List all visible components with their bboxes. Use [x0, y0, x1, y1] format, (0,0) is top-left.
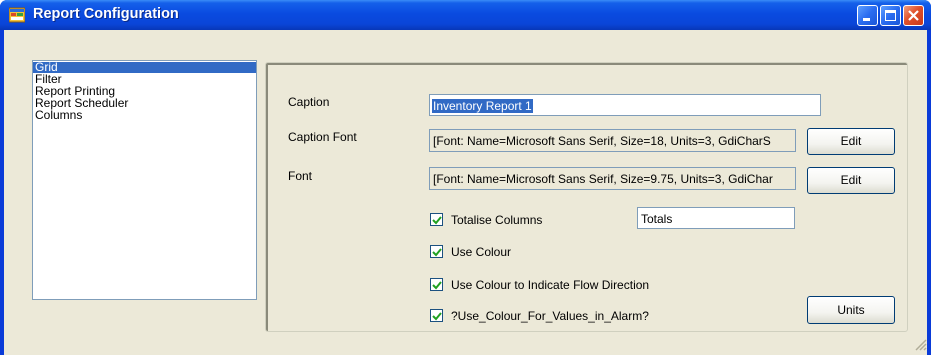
- values-in-alarm-label[interactable]: ?Use_Colour_For_Values_in_Alarm?: [451, 309, 649, 323]
- caption-font-edit-button[interactable]: Edit: [807, 128, 895, 155]
- flow-direction-checkbox[interactable]: [430, 278, 443, 291]
- title-bar[interactable]: Report Configuration: [0, 0, 931, 30]
- checkmark-icon: [432, 216, 442, 225]
- sidebar-item-columns[interactable]: Columns: [33, 109, 256, 121]
- maximize-icon: [885, 10, 896, 21]
- sidebar-item-grid[interactable]: Grid: [33, 61, 256, 73]
- font-value: [Font: Name=Microsoft Sans Serif, Size=9…: [433, 172, 773, 186]
- caption-font-value: [Font: Name=Microsoft Sans Serif, Size=1…: [433, 134, 771, 148]
- units-button[interactable]: Units: [807, 296, 895, 324]
- totals-input-value: Totals: [641, 212, 673, 226]
- checkmark-icon: [432, 312, 442, 321]
- caption-font-label: Caption Font: [288, 130, 357, 144]
- close-button[interactable]: [903, 5, 924, 26]
- totalise-columns-label[interactable]: Totalise Columns: [451, 213, 542, 227]
- totals-input[interactable]: Totals: [637, 207, 795, 229]
- maximize-button[interactable]: [880, 5, 901, 26]
- minimize-icon: [863, 18, 870, 21]
- window-title: Report Configuration: [33, 6, 179, 22]
- values-in-alarm-checkbox[interactable]: [430, 309, 443, 322]
- font-label: Font: [288, 169, 313, 183]
- resize-grip-icon[interactable]: [913, 337, 927, 351]
- caption-input-value: Inventory Report 1: [432, 99, 533, 113]
- font-field[interactable]: [Font: Name=Microsoft Sans Serif, Size=9…: [429, 167, 796, 190]
- close-icon: [908, 10, 919, 21]
- use-colour-label[interactable]: Use Colour: [451, 245, 511, 259]
- caption-font-field[interactable]: [Font: Name=Microsoft Sans Serif, Size=1…: [429, 129, 796, 152]
- checkmark-icon: [432, 248, 442, 257]
- section-list[interactable]: Grid Filter Report Printing Report Sched…: [32, 60, 257, 300]
- flow-direction-label[interactable]: Use Colour to Indicate Flow Direction: [451, 278, 649, 292]
- totalise-columns-checkbox[interactable]: [430, 213, 443, 226]
- minimize-button[interactable]: [857, 5, 878, 26]
- caption-input[interactable]: Inventory Report 1: [429, 94, 821, 116]
- font-edit-button[interactable]: Edit: [807, 167, 895, 194]
- caption-label: Caption: [288, 95, 330, 109]
- checkmark-icon: [432, 281, 442, 290]
- use-colour-checkbox[interactable]: [430, 245, 443, 258]
- app-icon: [9, 7, 25, 23]
